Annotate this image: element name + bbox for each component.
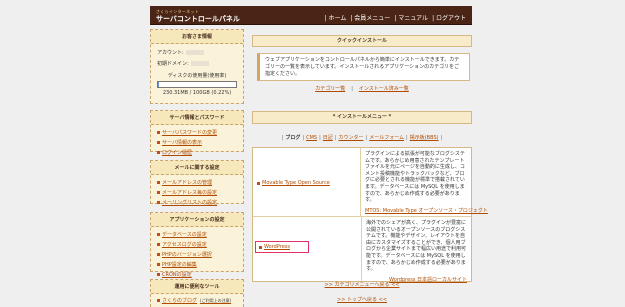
- app-desc-cell: プラグインによる拡張が可能なブログシステムです。あらかじめ用意されたテンプレート…: [361, 148, 488, 216]
- mail-settings-title: メールに関する設定: [151, 161, 243, 175]
- link-separator: |: [351, 86, 353, 92]
- database-settings-link[interactable]: データベースの設定: [151, 229, 243, 239]
- installed-list-link[interactable]: インストール済み一覧: [359, 86, 409, 92]
- quick-install-description: ウェブアプリケーションをコントロールパネルから簡単にインストールできます。カテゴ…: [257, 53, 470, 81]
- category-list-link[interactable]: カテゴリ一覧: [315, 86, 345, 92]
- disk-usage-title: ディスクの使用量(使用率): [167, 73, 227, 79]
- bullet-icon: [257, 181, 260, 185]
- app-settings-title: アプリケーションの設定: [151, 213, 243, 227]
- bullet-icon: [157, 232, 160, 236]
- domain-value-blurred: [190, 61, 209, 66]
- tab-mailform[interactable]: メールフォーム: [369, 135, 404, 141]
- tab-blog[interactable]: ブログ: [285, 135, 300, 141]
- quick-install-header: クイックインストール: [252, 35, 472, 47]
- customer-info-box: お客さま情報 アカウント: 初期ドメイン: ディスクの使用量(使用率) 230.…: [150, 29, 244, 104]
- movable-type-link[interactable]: Movable Type Open Source: [257, 180, 330, 186]
- php-settings-link[interactable]: PHP設定の編集: [151, 259, 243, 269]
- tab-bbs[interactable]: 掲示板(BBS): [410, 135, 439, 141]
- bullet-icon: [157, 299, 160, 302]
- bullet-icon: [157, 262, 160, 266]
- bullet-icon: [259, 245, 262, 249]
- app-table: Movable Type Open Source プラグインによる拡張が可能なブ…: [252, 147, 488, 283]
- table-row: WordPress 海外でのシェアが高く、プラグインが豊富に公開されているオープ…: [253, 217, 471, 283]
- app-name-cell: Movable Type Open Source: [253, 148, 361, 216]
- tab-diary[interactable]: 日記: [323, 135, 333, 141]
- bullet-icon: [157, 242, 160, 246]
- app-settings-box: アプリケーションの設定 データベースの設定 アクセスログの設定 PHPのバージョ…: [150, 212, 244, 278]
- server-info-title: サーバ情報とパスワード: [151, 111, 243, 125]
- app-desc-cell: 海外でのシェアが高く、プラグインが豊富に公開されているオープンソースのブログシス…: [362, 217, 471, 283]
- disk-usage-bar: [157, 81, 237, 88]
- mailing-list-link[interactable]: メーリングリストの設定: [151, 197, 243, 207]
- server-password-link[interactable]: サーバパスワードの変更: [151, 127, 243, 137]
- account-label: アカウント:: [157, 50, 184, 56]
- back-to-top-link[interactable]: >> トップへ戻る <<: [252, 296, 472, 303]
- domain-label: 初期ドメイン:: [157, 61, 189, 67]
- page: さくらインターネット サーバコントロールパネル | ホーム | 会員メニュー |…: [0, 0, 625, 307]
- account-row: アカウント:: [151, 47, 243, 58]
- install-menu-header: * インストールメニュー *: [252, 111, 472, 124]
- php-version-link[interactable]: PHPのバージョン選択: [151, 249, 243, 259]
- table-row: Movable Type Open Source プラグインによる拡張が可能なブ…: [253, 148, 488, 217]
- cron-settings-link[interactable]: CRONの設定: [151, 269, 243, 279]
- sakura-blog-link[interactable]: さくらのブログ (ご利用上の注意): [151, 294, 243, 306]
- header-nav: | ホーム | 会員メニュー | マニュアル | ログアウト: [325, 13, 466, 22]
- login-history-link[interactable]: ログイン履歴: [151, 147, 243, 157]
- brand-title: サーバコントロールパネル: [156, 15, 240, 23]
- movable-type-description: プラグインによる拡張が可能なブログシステムです。あらかじめ用意されたテンプレート…: [365, 151, 465, 204]
- mtos-project-link[interactable]: MTOS: Movable Type オープンソース・プロジェクト: [365, 208, 488, 215]
- mail-settings-box: メールに関する設定 メールアドレスの管理 メールアドレス毎の設定 メーリングリス…: [150, 160, 244, 207]
- bullet-icon: [157, 252, 160, 256]
- disk-usage-text: 230.31MB / 100GB (0.22%): [162, 90, 232, 96]
- server-info-link[interactable]: サーバ情報の表示: [151, 137, 243, 147]
- bullet-icon: [157, 140, 160, 144]
- account-value-blurred: [185, 50, 204, 55]
- nav-logout-link[interactable]: | ログアウト: [432, 13, 466, 22]
- nav-member-menu-link[interactable]: | 会員メニュー: [350, 13, 390, 22]
- domain-row: 初期ドメイン:: [151, 58, 243, 69]
- bullet-icon: [157, 130, 160, 134]
- header-bar: さくらインターネット サーバコントロールパネル | ホーム | 会員メニュー |…: [150, 6, 472, 25]
- tab-counter[interactable]: カウンター: [338, 135, 363, 141]
- bullet-icon: [157, 180, 160, 184]
- quick-install-links: カテゴリ一覧 | インストール済み一覧: [252, 85, 472, 92]
- mail-address-settings-link[interactable]: メールアドレス毎の設定: [151, 187, 243, 197]
- wordpress-link[interactable]: WordPress: [259, 244, 290, 250]
- tab-cms[interactable]: CMS: [306, 135, 317, 141]
- back-to-category-link[interactable]: >> カテゴリメニューへ戻る <<: [252, 281, 472, 288]
- nav-manual-link[interactable]: | マニュアル: [394, 13, 428, 22]
- app-name-cell: WordPress: [253, 217, 362, 281]
- tools-box: 運用に便利なツール さくらのブログ (ご利用上の注意): [150, 279, 244, 307]
- bullet-icon: [157, 150, 160, 154]
- category-tabs: | ブログ | CMS | 日記 | カウンター | メールフォーム | 掲示板(BBS) |: [281, 135, 443, 141]
- bullet-icon: [157, 200, 160, 204]
- access-log-link[interactable]: アクセスログの設定: [151, 239, 243, 249]
- tools-title: 運用に便利なツール: [151, 280, 243, 294]
- bullet-icon: [157, 190, 160, 194]
- nav-home-link[interactable]: | ホーム: [325, 13, 347, 22]
- blog-note[interactable]: (ご利用上の注意): [200, 298, 231, 304]
- mail-address-manage-link[interactable]: メールアドレスの管理: [151, 177, 243, 187]
- server-info-box: サーバ情報とパスワード サーバパスワードの変更 サーバ情報の表示 ログイン履歴: [150, 110, 244, 156]
- wordpress-description: 海外でのシェアが高く、プラグインが豊富に公開されているオープンソースのブログシス…: [365, 220, 466, 273]
- bullet-icon: [157, 272, 160, 276]
- customer-info-title: お客さま情報: [151, 30, 243, 44]
